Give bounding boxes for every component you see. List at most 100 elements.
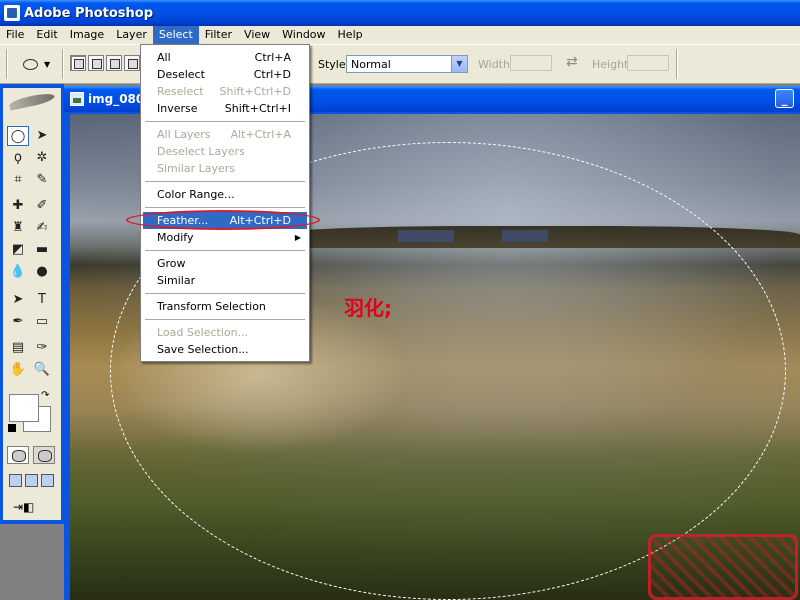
standard-mode-button[interactable] <box>7 446 29 464</box>
menu-item-transform-selection[interactable]: Transform Selection <box>143 298 307 315</box>
menu-separator <box>145 293 305 294</box>
menu-item-label: Deselect <box>157 68 205 81</box>
photoshop-app-icon <box>4 5 20 21</box>
swap-width-height-icon[interactable]: ⇄ <box>566 54 578 70</box>
app-title: Adobe Photoshop <box>24 5 154 21</box>
minimize-button[interactable]: _ <box>775 89 794 108</box>
magic-wand-icon[interactable]: ✲ <box>31 148 53 168</box>
menu-image[interactable]: Image <box>64 26 110 44</box>
menu-item-label: Load Selection... <box>157 326 249 339</box>
path-selection-icon[interactable]: ➤ <box>7 290 29 310</box>
intersect-selection-button[interactable] <box>124 55 140 71</box>
select-menu-dropdown: All Ctrl+A Deselect Ctrl+D Reselect Shif… <box>140 44 310 362</box>
divider <box>62 49 64 79</box>
app-title-bar: Adobe Photoshop <box>0 0 800 26</box>
options-bar: ▼ Style: Normal ▼ Width: ⇄ Height: <box>0 44 800 84</box>
add-to-selection-button[interactable] <box>88 55 104 71</box>
divider <box>676 49 678 79</box>
notes-tool-icon[interactable]: ▤ <box>7 338 29 358</box>
toolbox-panel: ◯ ➤ ϙ ✲ ⌗ ✎ ✚ ✐ ♜ ✍ ◩ ▬ 💧 ● ➤ T ✒ ▭ ▤ ✑ … <box>3 88 61 520</box>
menu-item-grow[interactable]: Grow <box>143 255 307 272</box>
menu-item-reselect: Reselect Shift+Ctrl+D <box>143 83 307 100</box>
brush-tool-icon[interactable]: ✐ <box>31 196 53 216</box>
swap-colors-icon[interactable]: ↷ <box>41 390 49 401</box>
history-brush-icon[interactable]: ✍ <box>31 218 53 238</box>
marquee-tool-icon[interactable]: ◯ <box>7 126 29 146</box>
lasso-tool-icon[interactable]: ϙ <box>7 148 29 168</box>
feather-logo-icon[interactable] <box>5 90 59 114</box>
menu-separator <box>145 121 305 122</box>
menu-layer[interactable]: Layer <box>110 26 153 44</box>
document-title: img_080 <box>88 92 145 106</box>
menu-item-label: Similar <box>157 274 196 287</box>
style-select[interactable]: Normal ▼ <box>346 55 468 73</box>
menu-item-label: Save Selection... <box>157 343 249 356</box>
new-selection-button[interactable] <box>70 55 86 71</box>
healing-brush-icon[interactable]: ✚ <box>7 196 29 216</box>
zoom-tool-icon[interactable]: 🔍 <box>31 360 53 380</box>
chevron-down-icon: ▼ <box>451 56 467 72</box>
menu-item-label: Grow <box>157 257 186 270</box>
menu-item-save-selection[interactable]: Save Selection... <box>143 341 307 358</box>
menu-item-label: Color Range... <box>157 188 235 201</box>
height-field[interactable] <box>627 55 669 71</box>
menu-bar: File Edit Image Layer Select Filter View… <box>0 26 800 44</box>
blur-tool-icon[interactable]: 💧 <box>7 262 29 282</box>
annotation-ellipse <box>126 210 320 230</box>
default-colors-icon[interactable] <box>8 424 16 432</box>
menu-item-similar[interactable]: Similar <box>143 272 307 289</box>
menu-filter[interactable]: Filter <box>199 26 238 44</box>
menu-item-load-selection: Load Selection... <box>143 324 307 341</box>
menu-item-deselect-layers: Deselect Layers <box>143 143 307 160</box>
menu-file[interactable]: File <box>0 26 30 44</box>
subtract-from-selection-button[interactable] <box>106 55 122 71</box>
type-tool-icon[interactable]: T <box>31 290 53 310</box>
tool-preset-picker[interactable]: ▼ <box>16 53 56 75</box>
dodge-tool-icon[interactable]: ● <box>31 262 53 282</box>
eraser-tool-icon[interactable]: ◩ <box>7 240 29 260</box>
menu-help[interactable]: Help <box>332 26 369 44</box>
menu-item-all[interactable]: All Ctrl+A <box>143 49 307 66</box>
menu-edit[interactable]: Edit <box>30 26 63 44</box>
menu-item-deselect[interactable]: Deselect Ctrl+D <box>143 66 307 83</box>
crop-tool-icon[interactable]: ⌗ <box>7 170 29 190</box>
full-screen-menu-mode-button[interactable] <box>25 474 38 487</box>
pen-tool-icon[interactable]: ✒ <box>7 312 29 332</box>
menu-view[interactable]: View <box>238 26 276 44</box>
width-field[interactable] <box>510 55 552 71</box>
foreground-color-swatch[interactable] <box>9 394 39 422</box>
chevron-down-icon: ▼ <box>44 59 51 69</box>
menu-item-label: Inverse <box>157 102 198 115</box>
style-select-value: Normal <box>351 58 391 71</box>
options-grip <box>6 49 8 79</box>
shape-tool-icon[interactable]: ▭ <box>31 312 53 332</box>
menu-separator <box>145 250 305 251</box>
menu-item-shortcut: Alt+Ctrl+A <box>230 128 291 141</box>
menu-item-label: Similar Layers <box>157 162 236 175</box>
menu-item-label: Deselect Layers <box>157 145 245 158</box>
slice-tool-icon[interactable]: ✎ <box>31 170 53 190</box>
menu-item-inverse[interactable]: Inverse Shift+Ctrl+I <box>143 100 307 117</box>
red-seal-stamp <box>648 534 798 600</box>
menu-item-shortcut: Ctrl+A <box>254 51 291 64</box>
move-tool-icon[interactable]: ➤ <box>31 126 53 146</box>
quick-mask-mode-button[interactable] <box>33 446 55 464</box>
clone-stamp-icon[interactable]: ♜ <box>7 218 29 238</box>
menu-item-modify[interactable]: Modify ▶ <box>143 229 307 246</box>
elliptical-marquee-icon <box>23 58 38 70</box>
standard-screen-mode-button[interactable] <box>9 474 22 487</box>
jump-to-imageready-icon[interactable]: ⇥◧ <box>13 500 41 518</box>
menu-item-label: Transform Selection <box>157 300 266 313</box>
menu-window[interactable]: Window <box>276 26 331 44</box>
eyedropper-icon[interactable]: ✑ <box>31 338 53 358</box>
full-screen-mode-button[interactable] <box>41 474 54 487</box>
menu-item-shortcut: Shift+Ctrl+D <box>219 85 291 98</box>
menu-item-label: All <box>157 51 171 64</box>
menu-select[interactable]: Select <box>152 26 199 44</box>
menu-separator <box>145 181 305 182</box>
hand-tool-icon[interactable]: ✋ <box>7 360 29 380</box>
menu-item-label: Reselect <box>157 85 204 98</box>
gradient-tool-icon[interactable]: ▬ <box>31 240 53 260</box>
menu-item-color-range[interactable]: Color Range... <box>143 186 307 203</box>
toolbox: ◯ ➤ ϙ ✲ ⌗ ✎ ✚ ✐ ♜ ✍ ◩ ▬ 💧 ● ➤ T ✒ ▭ ▤ ✑ … <box>0 84 64 524</box>
